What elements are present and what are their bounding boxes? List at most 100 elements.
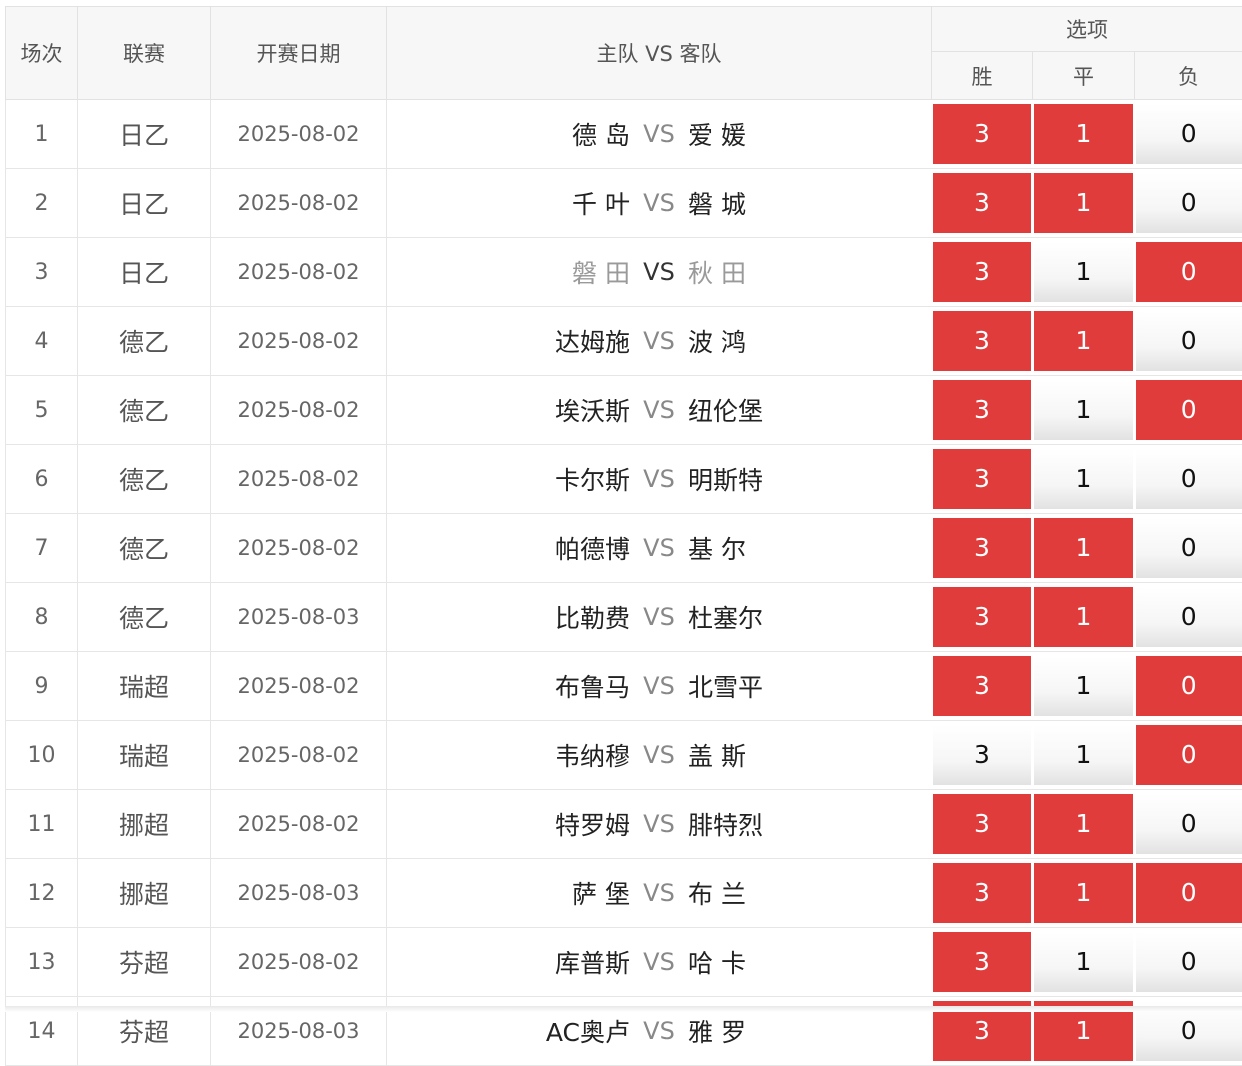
draw-option-cell: 1 [1033, 790, 1135, 859]
lose-option-button[interactable]: 0 [1136, 656, 1242, 716]
table-row: 9 瑞超 2025-08-02 布鲁马 VS 北雪平 3 1 0 [6, 652, 1242, 721]
away-team: 杜塞尔 [688, 599, 918, 635]
draw-option-button[interactable]: 1 [1034, 656, 1133, 716]
league-name: 瑞超 [78, 721, 211, 790]
win-option-cell: 3 [932, 514, 1033, 583]
win-option-cell: 3 [932, 721, 1033, 790]
draw-option-button[interactable]: 1 [1034, 587, 1133, 647]
away-team: 雅 罗 [688, 1013, 918, 1049]
win-option-button[interactable]: 3 [933, 587, 1031, 647]
draw-option-cell: 1 [1033, 100, 1135, 169]
table-row: 8 德乙 2025-08-03 比勒费 VS 杜塞尔 3 1 0 [6, 583, 1242, 652]
draw-option-button[interactable]: 1 [1034, 794, 1133, 854]
win-option-button[interactable]: 3 [933, 104, 1031, 164]
win-option-button[interactable]: 3 [933, 932, 1031, 992]
win-option-button[interactable]: 3 [933, 242, 1031, 302]
draw-option-button[interactable]: 1 [1034, 932, 1133, 992]
lose-option-button[interactable]: 0 [1136, 242, 1242, 302]
table-row: 3 日乙 2025-08-02 磐 田 VS 秋 田 3 1 0 [6, 238, 1242, 307]
draw-option-button[interactable]: 1 [1034, 311, 1133, 371]
league-name: 德乙 [78, 514, 211, 583]
header-options: 选项 [932, 7, 1242, 52]
lose-option-cell: 0 [1135, 583, 1242, 652]
header-win: 胜 [932, 52, 1033, 100]
match-cell: 埃沃斯 VS 纽伦堡 [387, 376, 932, 445]
away-team: 秋 田 [688, 254, 918, 290]
header-date: 开赛日期 [211, 7, 387, 100]
match-number: 12 [6, 859, 78, 928]
table-row: 10 瑞超 2025-08-02 韦纳穆 VS 盖 斯 3 1 0 [6, 721, 1242, 790]
match-teams: 布鲁马 VS 北雪平 [387, 668, 931, 704]
lose-option-button[interactable]: 0 [1136, 311, 1242, 371]
lose-option-cell: 0 [1135, 238, 1242, 307]
lose-option-button[interactable]: 0 [1136, 725, 1242, 785]
match-teams: 特罗姆 VS 腓特烈 [387, 806, 931, 842]
match-number: 10 [6, 721, 78, 790]
league-name: 挪超 [78, 790, 211, 859]
home-team: 库普斯 [400, 944, 630, 980]
away-team: 明斯特 [688, 461, 918, 497]
match-number: 4 [6, 307, 78, 376]
table-header: 场次 联赛 开赛日期 主队 VS 客队 选项 胜 平 负 [6, 7, 1242, 100]
match-number: 1 [6, 100, 78, 169]
header-lose: 负 [1135, 52, 1242, 100]
table-row: 2 日乙 2025-08-02 千 叶 VS 磐 城 3 1 0 [6, 169, 1242, 238]
lose-option-cell: 0 [1135, 721, 1242, 790]
vs-label: VS [630, 810, 688, 838]
home-team: 达姆施 [400, 323, 630, 359]
lose-option-button[interactable]: 0 [1136, 794, 1242, 854]
win-option-button[interactable]: 3 [933, 794, 1031, 854]
draw-option-cell: 1 [1033, 376, 1135, 445]
draw-option-cell: 1 [1033, 928, 1135, 997]
lose-option-button[interactable]: 0 [1136, 932, 1242, 992]
draw-option-cell: 1 [1033, 169, 1135, 238]
win-option-button[interactable]: 3 [933, 311, 1031, 371]
match-date: 2025-08-02 [211, 790, 387, 859]
lose-option-button[interactable]: 0 [1136, 173, 1242, 233]
lose-option-button[interactable]: 0 [1136, 863, 1242, 923]
win-option-cell: 3 [932, 100, 1033, 169]
lose-option-button[interactable]: 0 [1136, 104, 1242, 164]
win-option-button[interactable]: 3 [933, 518, 1031, 578]
match-date: 2025-08-03 [211, 583, 387, 652]
win-option-button[interactable]: 3 [933, 656, 1031, 716]
lose-option-button[interactable]: 0 [1136, 449, 1242, 509]
draw-option-button[interactable]: 1 [1034, 449, 1133, 509]
win-option-button[interactable]: 3 [933, 380, 1031, 440]
lose-option-cell: 0 [1135, 376, 1242, 445]
bottom-shadow [5, 1006, 1242, 1012]
vs-label: VS [630, 258, 688, 286]
draw-option-button[interactable]: 1 [1034, 380, 1133, 440]
match-date: 2025-08-02 [211, 376, 387, 445]
league-name: 德乙 [78, 445, 211, 514]
draw-option-button[interactable]: 1 [1034, 104, 1133, 164]
match-cell: 达姆施 VS 波 鸿 [387, 307, 932, 376]
draw-option-button[interactable]: 1 [1034, 518, 1133, 578]
win-option-button[interactable]: 3 [933, 863, 1031, 923]
win-option-cell: 3 [932, 790, 1033, 859]
lose-option-cell: 0 [1135, 790, 1242, 859]
draw-option-button[interactable]: 1 [1034, 242, 1133, 302]
win-option-button[interactable]: 3 [933, 173, 1031, 233]
match-number: 5 [6, 376, 78, 445]
league-name: 日乙 [78, 238, 211, 307]
lose-option-cell: 0 [1135, 169, 1242, 238]
draw-option-button[interactable]: 1 [1034, 863, 1133, 923]
lose-option-button[interactable]: 0 [1136, 587, 1242, 647]
vs-label: VS [630, 327, 688, 355]
draw-option-cell: 1 [1033, 238, 1135, 307]
draw-option-cell: 1 [1033, 307, 1135, 376]
home-team: 韦纳穆 [400, 737, 630, 773]
draw-option-button[interactable]: 1 [1034, 725, 1133, 785]
win-option-cell: 3 [932, 583, 1033, 652]
header-match: 主队 VS 客队 [387, 7, 932, 100]
win-option-button[interactable]: 3 [933, 725, 1031, 785]
match-cell: 帕德博 VS 基 尔 [387, 514, 932, 583]
league-name: 日乙 [78, 100, 211, 169]
lose-option-button[interactable]: 0 [1136, 518, 1242, 578]
match-teams: 库普斯 VS 哈 卡 [387, 944, 931, 980]
lose-option-button[interactable]: 0 [1136, 380, 1242, 440]
draw-option-button[interactable]: 1 [1034, 173, 1133, 233]
match-date: 2025-08-02 [211, 514, 387, 583]
win-option-button[interactable]: 3 [933, 449, 1031, 509]
